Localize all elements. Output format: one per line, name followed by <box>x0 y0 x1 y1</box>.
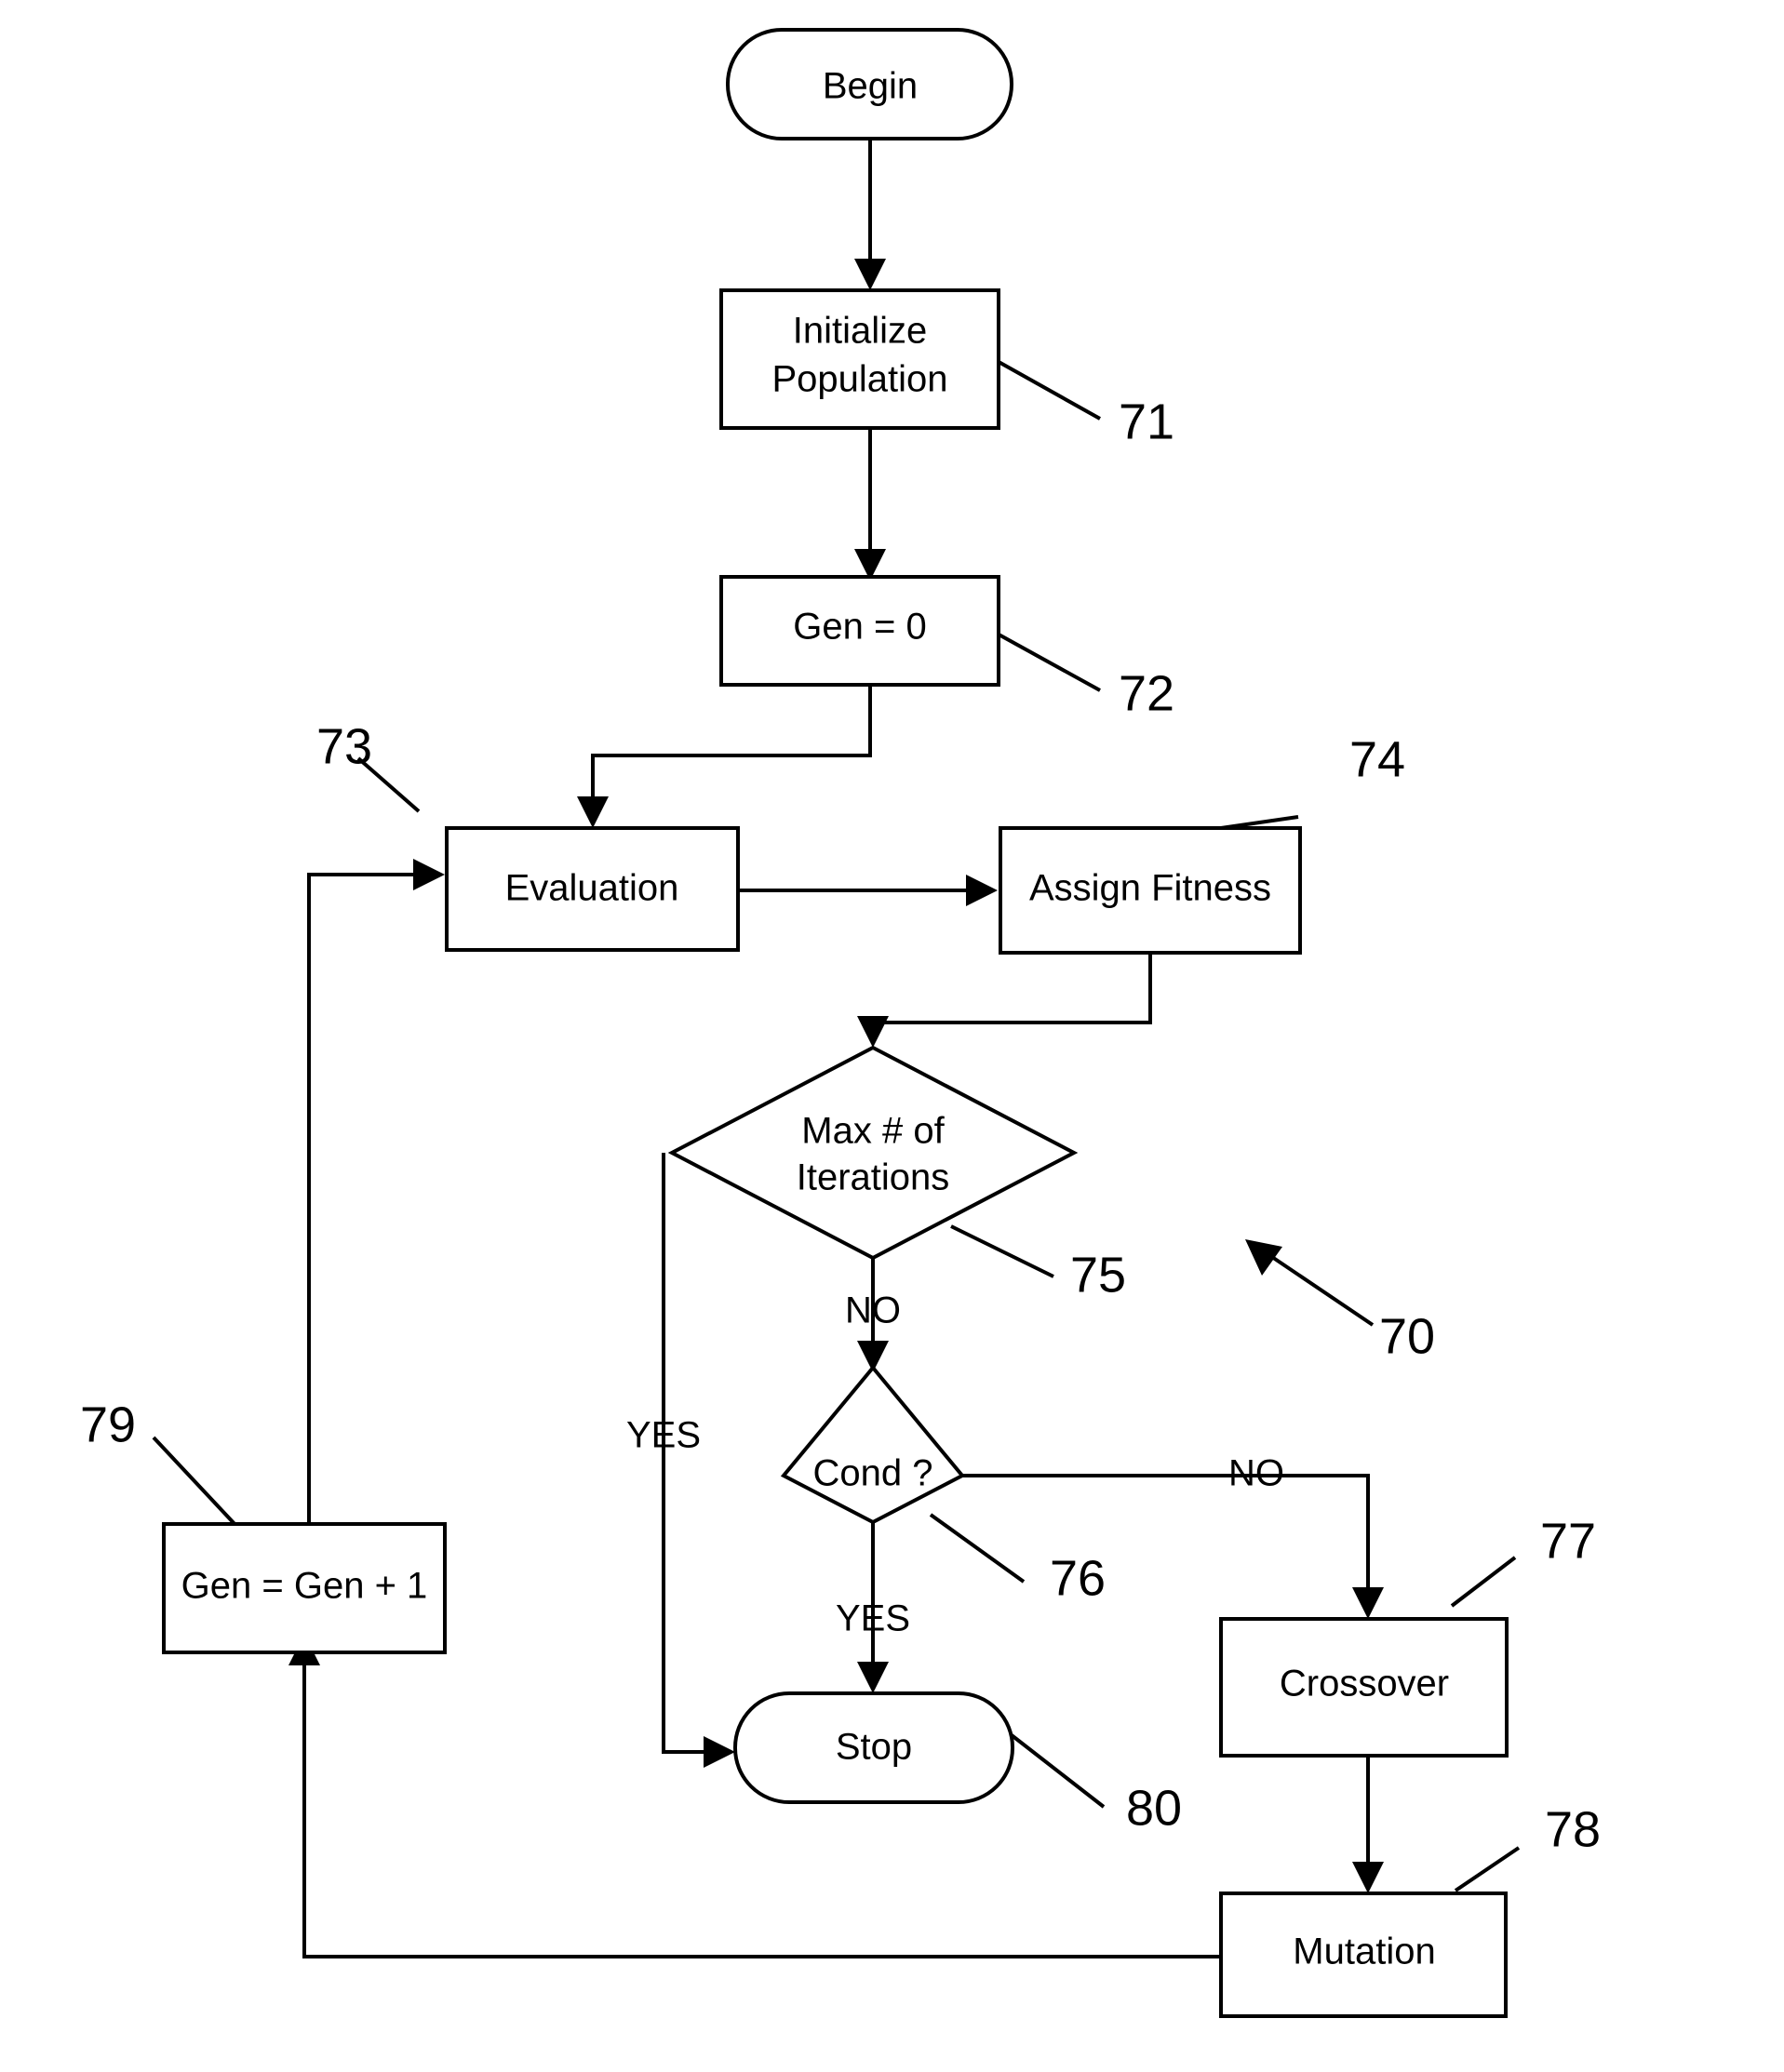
edge-label-maxiter-no: NO <box>845 1290 901 1331</box>
mutation-label: Mutation <box>1293 1932 1435 1972</box>
leader-72 <box>991 629 1101 692</box>
edge-cond-no-to-crossover <box>959 1474 1384 1619</box>
max-iterations-shape <box>667 1045 1079 1261</box>
leader-77 <box>1450 1556 1517 1608</box>
edge-gen0-to-evaluation <box>577 684 872 828</box>
ref-number-72: 72 <box>1119 665 1174 721</box>
edge-init-to-gen0 <box>854 428 886 581</box>
assign-fitness-label: Assign Fitness <box>1029 868 1271 909</box>
ref-number-77: 77 <box>1540 1513 1596 1569</box>
gen-increment-label: Gen = Gen + 1 <box>181 1566 428 1607</box>
node-gen-zero[interactable]: Gen = 0 <box>719 575 1000 687</box>
edge-mutation-to-genincr <box>288 1634 1221 1958</box>
max-iterations-label-line2: Iterations <box>797 1157 950 1198</box>
leader-76 <box>929 1513 1026 1584</box>
edge-fitness-to-maxiter <box>857 953 1152 1048</box>
flowchart-canvas: Begin Initialize Population Gen = 0 Eval… <box>80 28 1601 2018</box>
ref-number-78: 78 <box>1545 1801 1601 1857</box>
leader-75 <box>950 1224 1054 1278</box>
flowchart-figure: Begin Initialize Population Gen = 0 Eval… <box>0 0 1784 2072</box>
ref-number-74: 74 <box>1349 731 1405 787</box>
node-gen-increment[interactable]: Gen = Gen + 1 <box>162 1522 447 1654</box>
stop-label: Stop <box>836 1727 912 1768</box>
edge-genincr-to-evaluation <box>307 859 445 1531</box>
leader-78 <box>1454 1846 1521 1892</box>
edge-crossover-to-mutation <box>1352 1756 1384 1893</box>
ref-number-79: 79 <box>80 1397 136 1452</box>
node-initialize-population[interactable]: Initialize Population <box>719 288 1000 430</box>
crossover-label: Crossover <box>1280 1664 1449 1704</box>
gen-zero-label: Gen = 0 <box>793 607 926 648</box>
ref-number-70: 70 <box>1379 1308 1435 1364</box>
leader-71 <box>991 356 1101 421</box>
leader-80 <box>1001 1727 1106 1809</box>
edge-maxiter-yes-to-stop <box>662 1153 735 1768</box>
ref-number-73: 73 <box>316 718 372 774</box>
node-crossover[interactable]: Crossover <box>1219 1617 1509 1758</box>
edge-begin-to-init <box>854 139 886 290</box>
evaluation-label: Evaluation <box>505 868 679 909</box>
max-iterations-label-line1: Max # of <box>801 1111 945 1152</box>
leader-70-arrow <box>1245 1239 1375 1327</box>
node-max-iterations[interactable]: Max # of Iterations <box>667 1045 1079 1261</box>
edge-evaluation-to-fitness <box>738 875 998 906</box>
edge-label-cond-yes: YES <box>836 1598 910 1639</box>
cond-label: Cond ? <box>813 1453 933 1494</box>
leader-79 <box>152 1436 238 1528</box>
ref-number-80: 80 <box>1126 1780 1182 1836</box>
begin-label: Begin <box>823 66 918 107</box>
node-mutation[interactable]: Mutation <box>1219 1892 1508 2018</box>
node-cond[interactable]: Cond ? <box>780 1364 966 1525</box>
cond-shape <box>780 1364 966 1525</box>
initialize-population-label-line2: Population <box>771 359 947 400</box>
initialize-population-label-line1: Initialize <box>793 311 928 352</box>
ref-number-76: 76 <box>1050 1550 1106 1606</box>
node-assign-fitness[interactable]: Assign Fitness <box>999 826 1302 955</box>
edge-label-cond-no: NO <box>1228 1453 1284 1494</box>
node-evaluation[interactable]: Evaluation <box>445 826 740 952</box>
node-stop[interactable]: Stop <box>733 1691 1014 1804</box>
ref-number-75: 75 <box>1070 1247 1126 1303</box>
edge-label-maxiter-yes: YES <box>626 1415 701 1456</box>
ref-number-71: 71 <box>1119 394 1174 449</box>
node-begin[interactable]: Begin <box>726 28 1013 140</box>
